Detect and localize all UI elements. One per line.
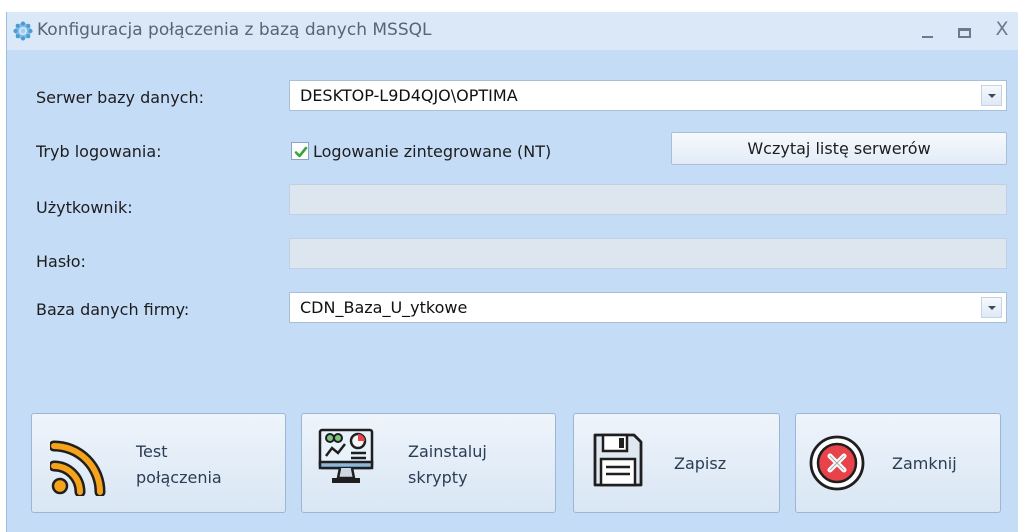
test-line1: Test [136,442,168,461]
company-db-combo[interactable]: CDN_Baza_U_ytkowe [289,292,1007,323]
save-button[interactable]: Zapisz [573,413,780,513]
minimize-icon [922,36,933,38]
chevron-down-icon[interactable] [981,297,1002,318]
server-label: Serwer bazy danych: [36,88,204,107]
maximize-icon [958,28,971,38]
user-field[interactable] [289,184,1007,215]
company-db-label: Baza danych firmy: [36,300,190,319]
close-circle-icon [809,435,865,491]
install-scripts-button[interactable]: Zainstaluj skrypty [301,413,556,513]
company-db-value: CDN_Baza_U_ytkowe [300,298,468,317]
test-connection-button[interactable]: Test połączenia [31,413,286,513]
integrated-login-checkbox[interactable] [291,142,309,160]
chevron-down-icon[interactable] [981,85,1002,106]
integrated-login-label[interactable]: Logowanie zintegrowane (NT) [313,142,551,161]
save-label: Zapisz [674,454,727,473]
password-label: Hasło: [36,252,86,271]
close-label: Zamknij [892,454,957,473]
close-button[interactable]: Zamknij [795,413,1001,513]
minimize-button[interactable] [915,16,941,44]
config-window: Konfiguracja połączenia z bazą danych MS… [6,12,1018,532]
login-mode-label: Tryb logowania: [36,142,162,161]
password-field[interactable] [289,238,1007,269]
title-bar: Konfiguracja połączenia z bazą danych MS… [7,12,1018,50]
install-line2: skrypty [408,468,468,487]
user-label: Użytkownik: [36,198,133,217]
window-title: Konfiguracja połączenia z bazą danych MS… [37,20,432,40]
close-window-button[interactable]: X [989,18,1015,46]
monitor-chart-icon [318,428,374,483]
floppy-disk-icon [593,433,643,487]
install-line1: Zainstaluj [408,442,487,461]
test-line2: połączenia [136,468,222,487]
checkmark-icon [294,146,308,158]
server-value: DESKTOP-L9D4QJO\OPTIMA [300,86,518,105]
gear-icon [13,21,33,41]
server-combo[interactable]: DESKTOP-L9D4QJO\OPTIMA [289,80,1007,111]
load-servers-button[interactable]: Wczytaj listę serwerów [671,132,1007,165]
maximize-button[interactable] [951,16,977,44]
wifi-signal-icon [50,440,106,496]
